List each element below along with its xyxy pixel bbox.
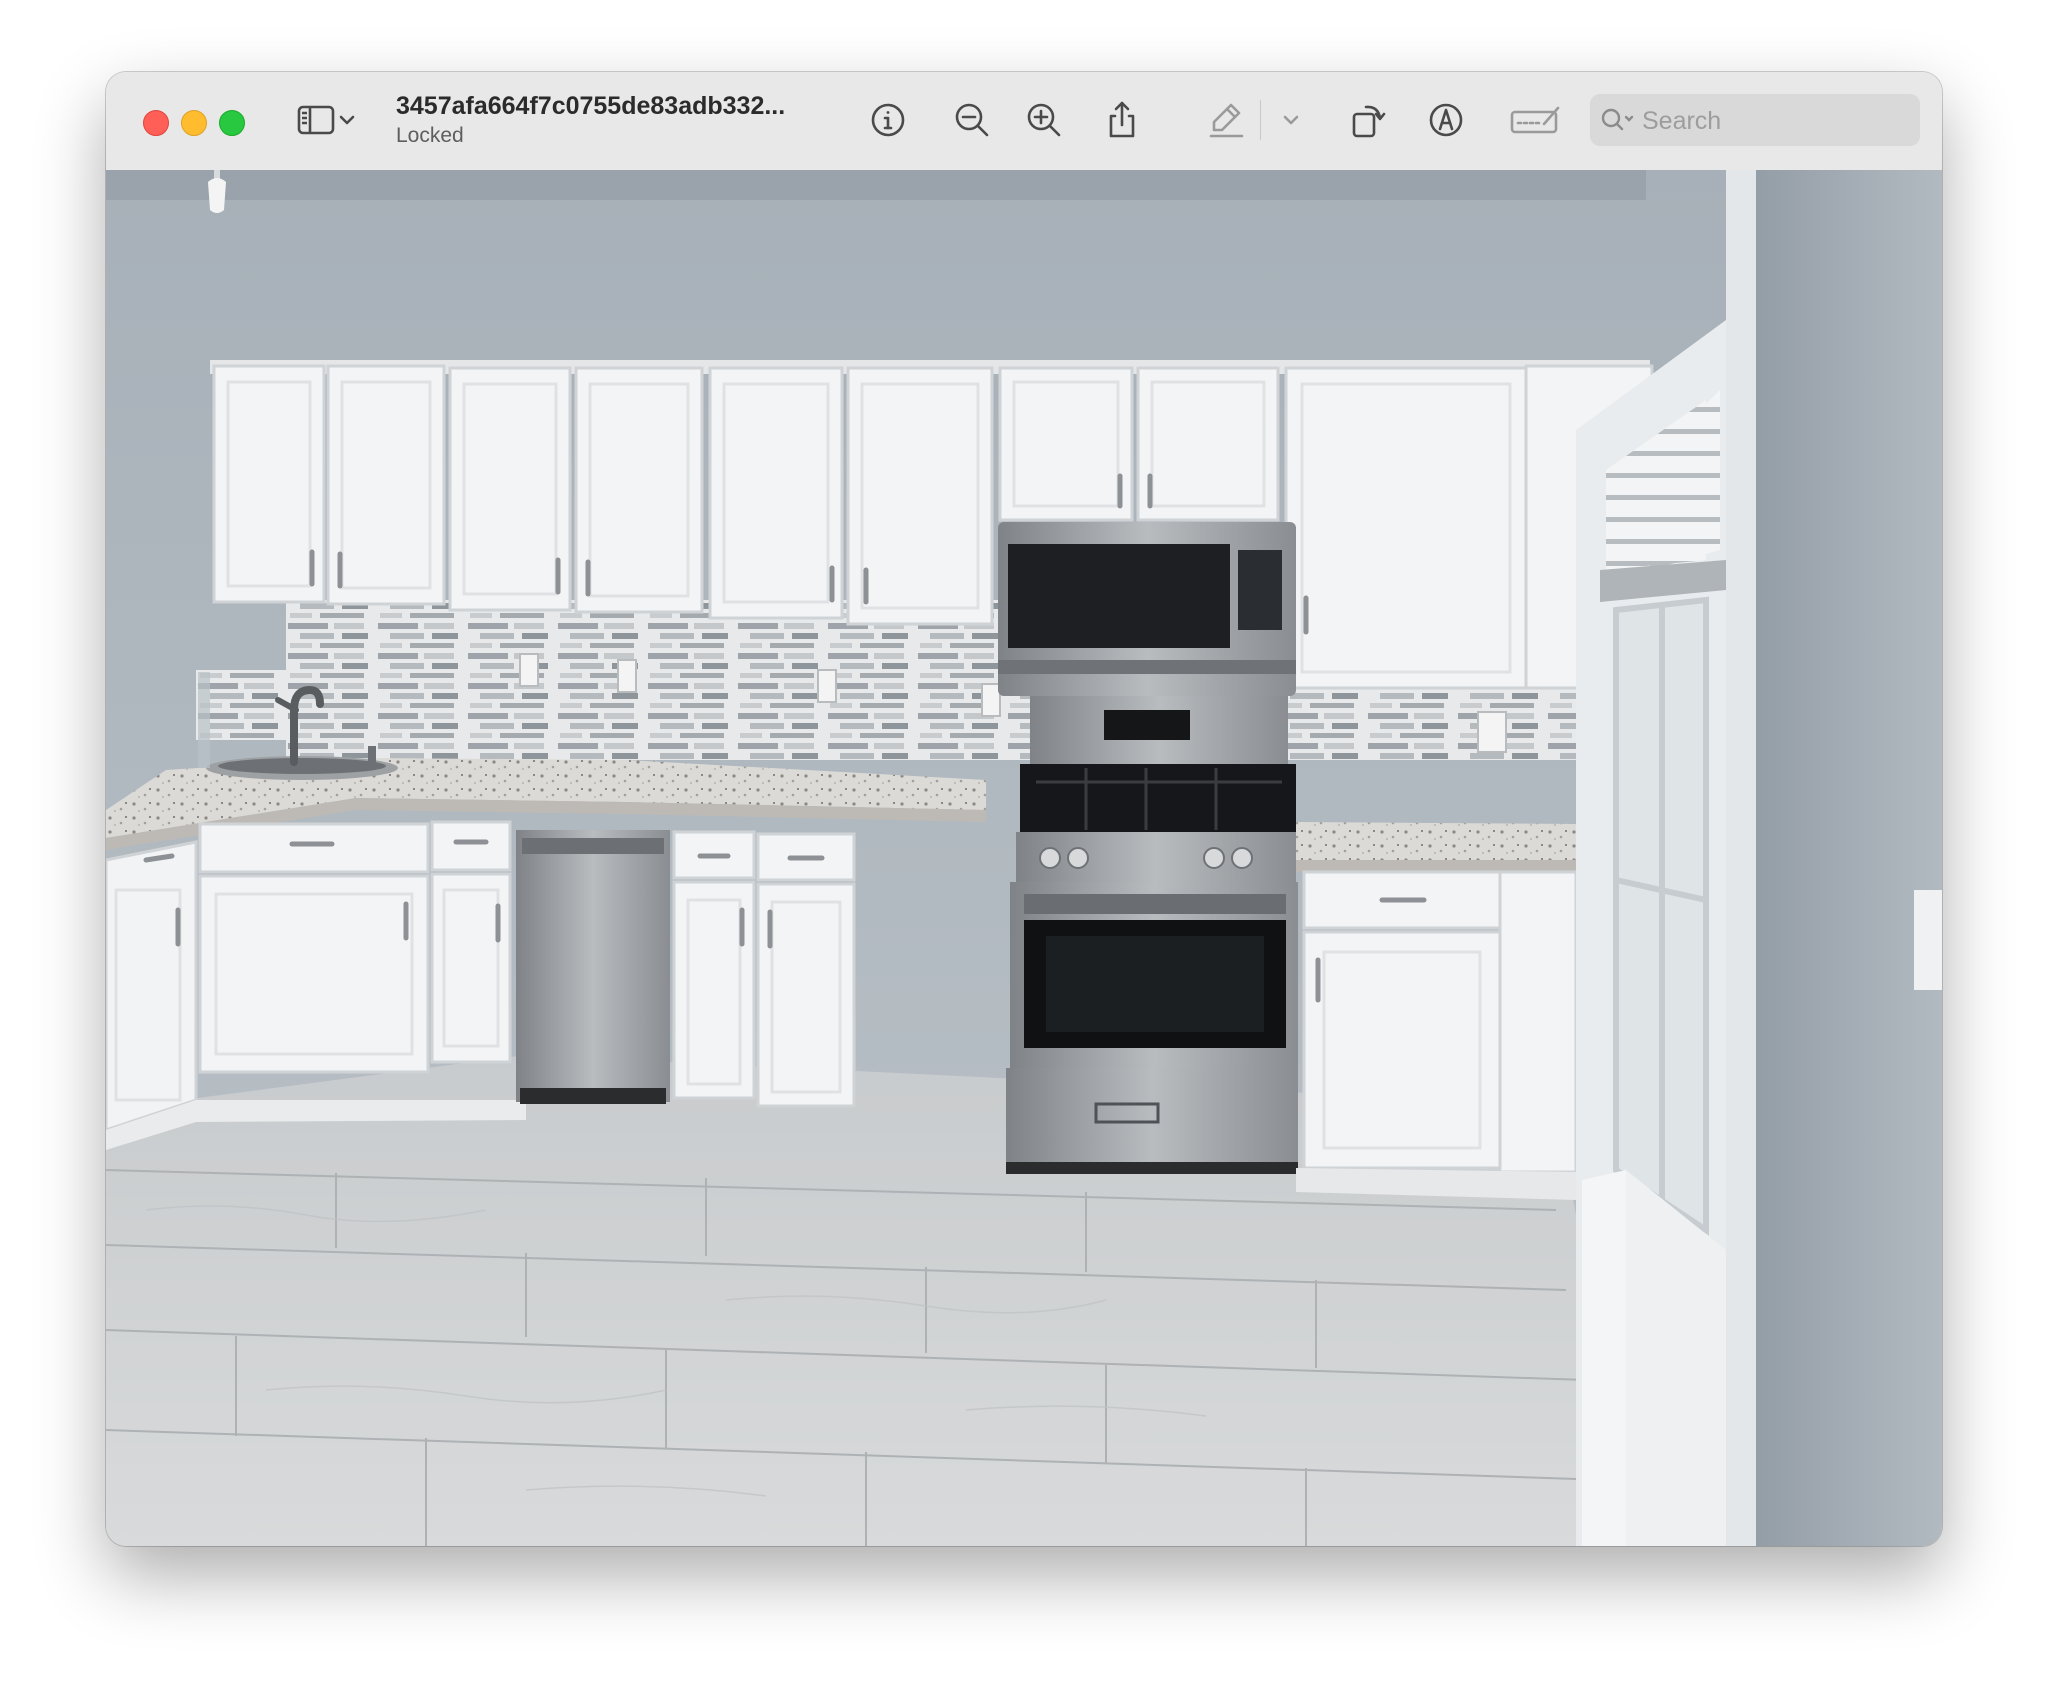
share-icon[interactable] [1098, 96, 1146, 144]
zoom-button[interactable] [219, 110, 245, 136]
document-title: 3457afa664f7c0755de83adb332... [396, 92, 786, 120]
zoom-in-icon[interactable] [1020, 96, 1068, 144]
zoom-out-icon[interactable] [948, 96, 996, 144]
chevron-down-icon[interactable] [1276, 96, 1306, 144]
search-icon [1598, 104, 1638, 136]
chevron-down-icon[interactable] [332, 96, 362, 144]
kitchen-photo [106, 170, 1942, 1546]
search-field[interactable] [1590, 94, 1920, 146]
markup-icon[interactable] [1422, 96, 1470, 144]
signature-icon[interactable] [1508, 96, 1564, 144]
rotate-icon[interactable] [1344, 96, 1392, 144]
close-button[interactable] [143, 110, 169, 136]
info-icon[interactable] [864, 96, 912, 144]
document-status: Locked [396, 124, 464, 147]
preview-window: 3457afa664f7c0755de83adb332... Locked [106, 72, 1942, 1546]
toolbar-divider [1260, 100, 1261, 140]
search-input[interactable] [1640, 102, 1912, 140]
toolbar: 3457afa664f7c0755de83adb332... Locked [106, 72, 1942, 171]
minimize-button[interactable] [181, 110, 207, 136]
highlight-pen-icon[interactable] [1202, 96, 1250, 144]
